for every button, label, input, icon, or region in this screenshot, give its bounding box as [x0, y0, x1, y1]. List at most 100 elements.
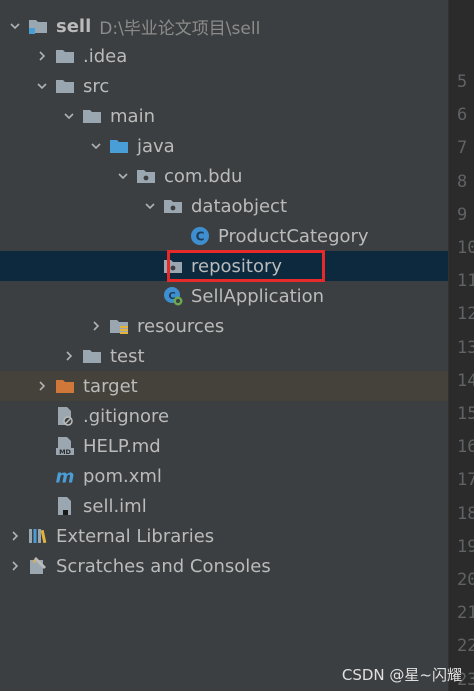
tree-item-sell[interactable]: sell D:\毕业论文项目\sell [0, 11, 448, 41]
tree-item-gitignore[interactable]: .gitignore [0, 401, 448, 431]
line-number: 22 [457, 636, 474, 657]
line-number: 8 [457, 171, 468, 192]
libraries-icon [28, 526, 48, 546]
tree-item-label: repository [191, 255, 283, 277]
tree-item-label: External Libraries [56, 525, 215, 547]
tree-item-label: dataobject [191, 195, 288, 217]
svg-text:C: C [196, 230, 205, 244]
arrow-spacer [143, 289, 157, 303]
chevron-right-icon[interactable] [35, 379, 49, 393]
tree-item-idea[interactable]: .idea [0, 41, 448, 71]
line-number-gutter: 5 6 7 8 9 10 11 12 13 14 15 16 17 18 19 20 21 22 23 [448, 0, 474, 691]
tree-item-repository[interactable]: repository [0, 251, 448, 281]
ignored-file-icon [55, 406, 75, 426]
tree-item-productcategory[interactable]: C ProductCategory [0, 221, 448, 251]
line-number: 10 [457, 238, 474, 258]
chevron-down-icon[interactable] [89, 139, 103, 153]
chevron-right-icon[interactable] [8, 529, 22, 543]
project-path: D:\毕业论文项目\sell [99, 18, 261, 39]
chevron-down-icon[interactable] [116, 169, 130, 183]
line-number: 11 [457, 271, 474, 292]
chevron-right-icon[interactable] [62, 349, 76, 363]
arrow-spacer [35, 499, 49, 513]
top-strip [0, 0, 448, 4]
tree-item-label: sell [56, 15, 92, 37]
tree-item-external-libraries[interactable]: External Libraries [0, 521, 448, 551]
chevron-down-icon[interactable] [143, 199, 157, 213]
tree-item-label: pom.xml [83, 465, 162, 487]
svg-text:MD: MD [59, 448, 71, 456]
svg-text:m: m [56, 466, 75, 486]
chevron-down-icon[interactable] [62, 109, 76, 123]
scratches-icon [28, 556, 48, 576]
tree-item-label: SellApplication [191, 285, 325, 307]
line-number: 13 [457, 337, 474, 358]
chevron-right-icon[interactable] [89, 319, 103, 333]
line-number: 14 [457, 370, 474, 391]
arrow-spacer [35, 439, 49, 453]
tree-item-help-md[interactable]: MD HELP.md [0, 431, 448, 461]
line-number: 6 [457, 105, 468, 126]
line-number: 5 [457, 72, 468, 92]
excluded-folder-icon [55, 376, 75, 396]
folder-icon [55, 46, 75, 66]
chevron-down-icon[interactable] [8, 19, 22, 33]
tree-item-com-bdu[interactable]: com.bdu [0, 161, 448, 191]
folder-icon [55, 76, 75, 96]
tree-item-test[interactable]: test [0, 341, 448, 371]
tree-item-label: resources [137, 315, 225, 337]
chevron-right-icon[interactable] [35, 49, 49, 63]
tree-item-dataobject[interactable]: dataobject [0, 191, 448, 221]
line-number: 17 [457, 470, 474, 491]
tree-item-pom-xml[interactable]: m pom.xml [0, 461, 448, 491]
package-icon [163, 196, 183, 216]
source-folder-icon [109, 136, 129, 156]
tree-item-label: com.bdu [164, 165, 243, 187]
tree-item-label: .idea [83, 45, 128, 67]
package-icon [136, 166, 156, 186]
tree-item-scratches-and-consoles[interactable]: Scratches and Consoles [0, 551, 448, 581]
tree-item-target[interactable]: target [0, 371, 448, 401]
line-number: 19 [457, 536, 474, 557]
chevron-right-icon[interactable] [8, 559, 22, 573]
tree-item-label: Scratches and Consoles [56, 555, 271, 577]
tree-item-src[interactable]: src [0, 71, 448, 101]
tree-item-label: .gitignore [83, 405, 170, 427]
tree-item-label: sell.iml [83, 495, 147, 517]
arrow-spacer [35, 469, 49, 483]
tree-item-label: main [110, 105, 155, 127]
line-number: 18 [457, 503, 474, 524]
line-number: 15 [457, 404, 474, 424]
arrow-spacer [170, 229, 184, 243]
tree-item-label: java [137, 135, 175, 157]
folder-icon [82, 106, 102, 126]
tree-item-sell-iml[interactable]: sell.iml [0, 491, 448, 521]
folder-icon [82, 346, 102, 366]
markdown-file-icon: MD [55, 436, 75, 456]
spring-boot-class-icon: C [163, 286, 183, 306]
tree-item-label: src [83, 75, 110, 97]
line-number: 16 [457, 437, 474, 458]
tree-item-main[interactable]: main [0, 101, 448, 131]
tree-item-resources[interactable]: resources [0, 311, 448, 341]
maven-file-icon: m [55, 466, 75, 486]
watermark: CSDN @星~闪耀 [341, 666, 462, 684]
line-number: 12 [457, 304, 474, 325]
line-number: 7 [457, 138, 468, 159]
package-icon [163, 256, 183, 276]
tree-item-label: ProductCategory [218, 225, 369, 247]
chevron-down-icon[interactable] [35, 79, 49, 93]
project-tree: sell D:\毕业论文项目\sell .idea src main java com.bd… [0, 0, 448, 691]
tree-item-label: test [110, 345, 145, 367]
arrow-spacer [143, 259, 157, 273]
tree-item-sellapplication[interactable]: C SellApplication [0, 281, 448, 311]
tree-item-java[interactable]: java [0, 131, 448, 161]
line-number: 21 [457, 603, 474, 624]
line-number: 9 [457, 204, 468, 225]
tree-item-label: HELP.md [83, 435, 161, 457]
resources-folder-icon [109, 316, 129, 336]
tree-item-label: target [83, 375, 138, 397]
arrow-spacer [35, 409, 49, 423]
iml-file-icon [55, 496, 75, 516]
module-folder-icon [28, 16, 48, 36]
